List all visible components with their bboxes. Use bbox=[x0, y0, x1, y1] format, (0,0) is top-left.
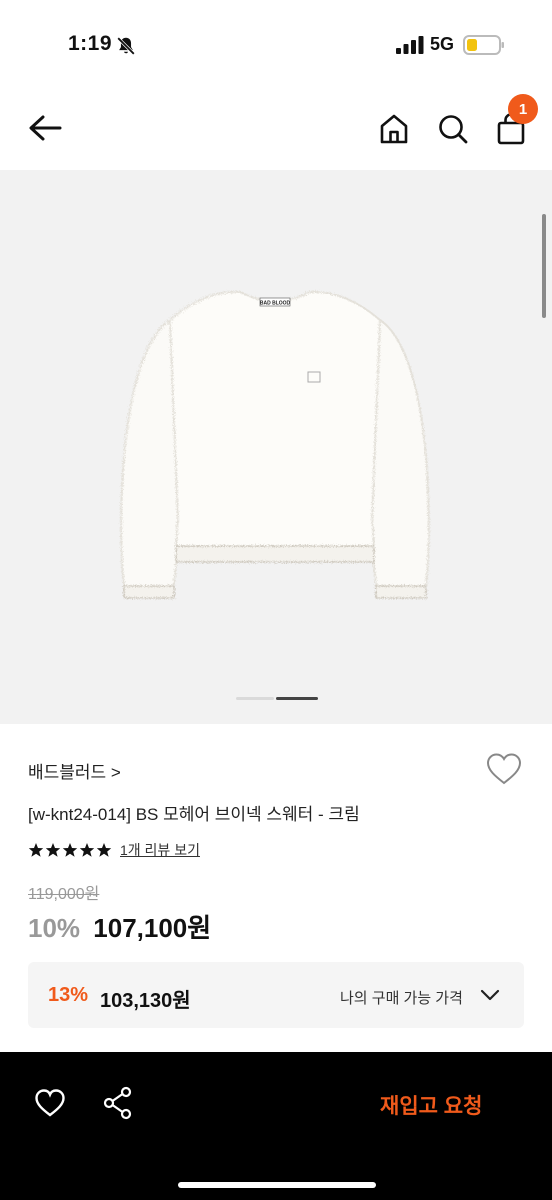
heart-icon[interactable] bbox=[34, 1088, 66, 1118]
cart-count-badge: 1 bbox=[508, 94, 538, 124]
status-bar: 1:19 5G bbox=[0, 0, 552, 90]
star-icon bbox=[28, 843, 44, 857]
home-icon[interactable] bbox=[378, 112, 410, 146]
share-icon[interactable] bbox=[102, 1086, 134, 1120]
bottom-action-bar: 재입고 요청 bbox=[0, 1052, 552, 1200]
heart-icon[interactable] bbox=[485, 752, 523, 786]
star-icon bbox=[62, 843, 78, 857]
search-icon[interactable] bbox=[437, 112, 469, 146]
member-discount-percent: 13% bbox=[48, 984, 89, 1006]
member-price: 103,130원 bbox=[100, 990, 191, 1012]
arrow-left-icon[interactable] bbox=[26, 112, 64, 144]
star-icon bbox=[79, 843, 95, 857]
gallery-scrollbar bbox=[542, 214, 546, 318]
rating-stars bbox=[28, 842, 112, 858]
member-price-label: 나의 구매 가능 가격 bbox=[340, 990, 463, 1007]
sale-price: 107,100원 bbox=[93, 913, 212, 943]
home-indicator[interactable] bbox=[178, 1182, 376, 1188]
signal-icon bbox=[396, 36, 424, 54]
network-type: 5G bbox=[430, 34, 455, 54]
image-brand-label: BAD BLOOD bbox=[260, 301, 291, 307]
gallery-indicator-2[interactable] bbox=[276, 697, 318, 700]
brand-link[interactable]: 배드블러드 > bbox=[28, 758, 121, 783]
star-icon bbox=[96, 843, 112, 857]
review-link[interactable]: 1개 리뷰 보기 bbox=[120, 840, 200, 860]
rating-row: 1개 리뷰 보기 bbox=[28, 840, 200, 860]
original-price: 119,000원 bbox=[28, 886, 100, 903]
my-price-dropdown[interactable]: 13% 103,130원 나의 구매 가능 가격 bbox=[28, 962, 524, 1028]
battery-icon bbox=[463, 35, 504, 55]
chevron-down-icon bbox=[480, 989, 500, 1001]
price-row: 10% 107,100원 bbox=[28, 908, 211, 945]
bell-slash-icon bbox=[117, 37, 135, 55]
product-image[interactable]: BAD BLOOD bbox=[110, 280, 440, 620]
discount-percent: 10% bbox=[28, 913, 81, 943]
product-image-gallery[interactable]: BAD BLOOD bbox=[0, 170, 552, 724]
gallery-indicator-1[interactable] bbox=[236, 697, 274, 700]
star-icon bbox=[45, 843, 61, 857]
product-title: [w-knt24-014] BS 모헤어 브이넥 스웨터 - 크림 bbox=[28, 805, 360, 824]
restock-request-button[interactable]: 재입고 요청 bbox=[380, 1090, 482, 1120]
top-nav-bar: 1 bbox=[0, 90, 552, 170]
status-time: 1:19 bbox=[68, 32, 113, 55]
